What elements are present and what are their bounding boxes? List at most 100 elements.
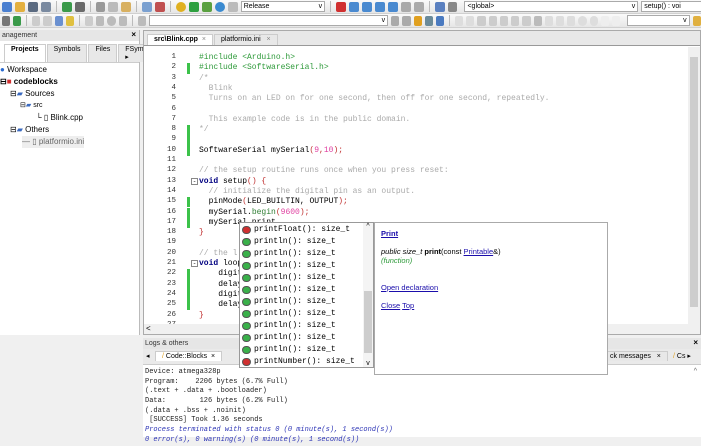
next-instruction-icon[interactable] <box>387 1 398 12</box>
undo-icon[interactable] <box>61 1 72 12</box>
fold-toggle[interactable]: - <box>191 260 198 267</box>
autocomplete-item[interactable]: printFloat(): size_t <box>242 224 350 236</box>
cut-icon[interactable] <box>95 1 106 12</box>
autocomplete-item[interactable]: println(): size_t <box>242 272 336 284</box>
align-icon[interactable] <box>499 15 509 26</box>
replace-icon[interactable] <box>155 1 166 12</box>
tab-projects[interactable]: Projects <box>4 44 46 62</box>
autocomplete-scrollbar[interactable]: ^ v <box>363 223 373 367</box>
rebuild-icon[interactable] <box>214 1 225 12</box>
layout-icon[interactable] <box>488 15 497 26</box>
thread-icon[interactable] <box>424 15 433 26</box>
pause-icon[interactable] <box>400 1 411 12</box>
redo-icon[interactable] <box>74 1 85 12</box>
tag-icon[interactable] <box>137 15 146 26</box>
debug-step-icon[interactable] <box>349 1 360 12</box>
autocomplete-item[interactable]: println(): size_t <box>242 308 336 320</box>
font-icon[interactable] <box>435 15 445 26</box>
build-icon[interactable] <box>176 1 187 12</box>
s-icon[interactable] <box>600 15 610 26</box>
build-run-icon[interactable] <box>201 1 212 12</box>
autocomplete-item[interactable]: println(): size_t <box>242 320 336 332</box>
autocomplete-item[interactable]: printNumber(): size_t <box>242 356 355 368</box>
wand-icon[interactable] <box>84 15 94 26</box>
top-link[interactable]: Top <box>402 301 414 310</box>
abort-icon[interactable] <box>227 1 238 12</box>
open-icon[interactable] <box>14 1 25 12</box>
align3-icon[interactable] <box>522 15 531 26</box>
box-icon[interactable] <box>544 15 553 26</box>
prev-bookmark-icon[interactable] <box>96 15 105 26</box>
autocomplete-item[interactable]: println(): size_t <box>242 332 336 344</box>
build-target-select[interactable]: Release v <box>240 1 326 12</box>
close-tab-icon[interactable]: × <box>202 36 206 43</box>
paste-icon[interactable] <box>121 1 132 12</box>
forward-icon[interactable] <box>402 15 411 26</box>
tab-files[interactable]: Files <box>88 44 118 62</box>
doc-title-link[interactable]: Print <box>381 229 398 238</box>
symbol-search-select[interactable]: v <box>148 15 389 26</box>
comment-icon[interactable] <box>32 15 41 26</box>
tree-sources[interactable]: ⊟▰ Sources <box>10 88 54 100</box>
align2-icon[interactable] <box>511 15 520 26</box>
tab-codeblocks-log[interactable]: / Code::Blocks × <box>155 351 223 361</box>
image-icon[interactable] <box>477 15 486 26</box>
copy-icon[interactable] <box>108 1 119 12</box>
scope-select[interactable]: <global> v <box>464 1 639 12</box>
autocomplete-item[interactable]: println(): size_t <box>242 344 336 356</box>
printable-link[interactable]: Printable <box>464 247 494 256</box>
fold-toggle[interactable]: - <box>191 177 198 185</box>
highlight-icon[interactable] <box>413 15 422 26</box>
box2-icon[interactable] <box>555 15 565 26</box>
save-icon[interactable] <box>27 1 38 12</box>
close-icon[interactable]: × <box>131 30 136 39</box>
close-link[interactable]: Close <box>381 301 400 310</box>
autocomplete-item[interactable]: println(): size_t <box>242 260 336 272</box>
debug-info-icon[interactable] <box>447 1 458 12</box>
zoom-in-icon[interactable] <box>578 15 587 26</box>
tree-others[interactable]: ⊟▰ Others <box>10 124 49 136</box>
close-tab-icon[interactable]: × <box>266 36 270 43</box>
run-icon[interactable] <box>189 1 199 12</box>
uncomment-icon[interactable] <box>43 15 52 26</box>
tree-project[interactable]: ⊟■ codeblocks <box>0 76 58 88</box>
jump-icon[interactable] <box>13 15 22 26</box>
zoom-out-icon[interactable] <box>589 15 598 26</box>
tab-symbols[interactable]: Symbols <box>46 44 88 62</box>
tree-file-platformio[interactable]: — ▯ platformio.ini <box>22 136 85 148</box>
search-input[interactable]: v <box>627 15 690 26</box>
function-select[interactable]: setup() : voi <box>641 1 701 12</box>
debug-icon[interactable] <box>336 1 347 12</box>
doxy-icon[interactable] <box>54 15 63 26</box>
search-icon[interactable] <box>692 15 701 26</box>
autocomplete-item[interactable]: println(): size_t <box>242 284 336 296</box>
tab-cscope[interactable]: / Cs ▸ <box>673 352 691 360</box>
debug-windows-icon[interactable] <box>434 1 445 12</box>
shape-rect-icon[interactable] <box>466 15 475 26</box>
vertical-scrollbar[interactable] <box>688 47 700 325</box>
autocomplete-item[interactable]: println(): size_t <box>242 296 336 308</box>
open-declaration-link[interactable]: Open declaration <box>381 283 438 292</box>
tree-workspace[interactable]: ● Workspace <box>0 64 47 76</box>
settings-icon[interactable] <box>2 15 11 26</box>
box3-icon[interactable] <box>567 15 576 26</box>
log-scroll-up[interactable]: ^ <box>694 368 697 375</box>
tree-file-blink[interactable]: └ ▯ Blink.cpp <box>36 112 83 124</box>
close-icon[interactable]: × <box>693 338 698 347</box>
autocomplete-item[interactable]: println(): size_t <box>242 236 336 248</box>
help-icon[interactable] <box>65 15 75 26</box>
autocomplete-item[interactable]: println(): size_t <box>242 248 336 260</box>
block-icon[interactable] <box>533 15 542 26</box>
tab-build-messages[interactable]: ck messages × <box>603 351 668 361</box>
select-icon[interactable] <box>455 15 464 26</box>
back-icon[interactable] <box>391 15 400 26</box>
tab-blink-cpp[interactable]: src\Blink.cpp × <box>147 34 213 45</box>
toggle-bookmark-icon[interactable] <box>107 15 116 26</box>
c-icon[interactable] <box>612 15 621 26</box>
new-file-icon[interactable] <box>2 1 12 12</box>
stop-debug-icon[interactable] <box>413 1 424 12</box>
find-icon[interactable] <box>142 1 153 12</box>
log-output[interactable]: Device: atmega328p Program: 2206 bytes (6… <box>143 365 701 446</box>
step-out-icon[interactable] <box>374 1 385 12</box>
next-bookmark-icon[interactable] <box>118 15 127 26</box>
